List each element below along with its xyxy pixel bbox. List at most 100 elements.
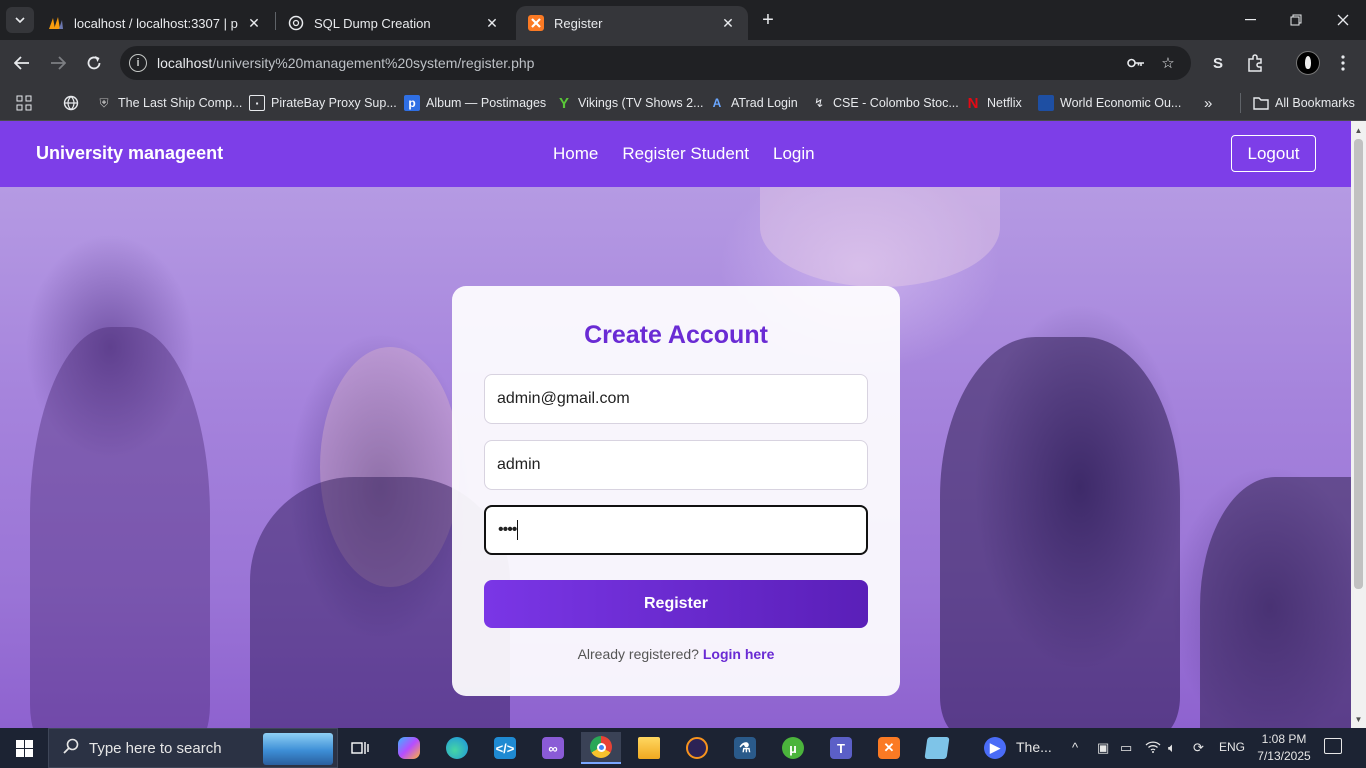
visual-studio-icon[interactable]: ∞ xyxy=(533,732,573,764)
apps-grid-icon[interactable] xyxy=(16,93,32,113)
bookmark-label: World Economic Ou... xyxy=(1060,96,1182,110)
chrome-icon[interactable] xyxy=(581,732,621,764)
teams-icon[interactable]: T xyxy=(821,732,861,764)
cse-icon: ↯ xyxy=(813,96,825,110)
postimages-icon: p xyxy=(404,95,420,111)
tab-phpmyadmin[interactable]: localhost / localhost:3307 | php ✕ xyxy=(36,6,274,40)
bookmark-vikings[interactable]: Y Vikings (TV Shows 2... xyxy=(556,93,704,113)
utorrent-icon[interactable]: µ xyxy=(773,732,813,764)
register-button[interactable]: Register xyxy=(484,580,868,628)
search-placeholder: Type here to search xyxy=(89,739,222,757)
page-scrollbar[interactable]: ▲ ▼ xyxy=(1351,121,1366,729)
globe-icon[interactable] xyxy=(63,93,79,113)
logout-button[interactable]: Logout xyxy=(1231,135,1316,172)
close-tab-icon[interactable]: ✕ xyxy=(246,15,262,31)
password-key-icon[interactable] xyxy=(1126,53,1146,73)
username-field[interactable]: admin xyxy=(484,440,868,490)
student-silhouette xyxy=(30,327,210,729)
bookmark-atrad[interactable]: A ATrad Login xyxy=(709,93,798,113)
monitor-icon: ▪ xyxy=(249,95,265,111)
language-indicator[interactable]: ENG xyxy=(1219,740,1245,754)
nav-home-link[interactable]: Home xyxy=(553,144,598,164)
nav-login-link[interactable]: Login xyxy=(773,144,815,164)
nav-register-student-link[interactable]: Register Student xyxy=(622,144,749,164)
tab-title: localhost / localhost:3307 | php xyxy=(74,15,238,31)
search-icon xyxy=(63,738,79,759)
profile-initial[interactable]: S xyxy=(1206,51,1230,75)
close-tab-icon[interactable]: ✕ xyxy=(484,15,500,31)
bookmark-postimages[interactable]: p Album — Postimages xyxy=(404,93,546,113)
wifi-icon[interactable] xyxy=(1145,740,1161,756)
bookmark-star-icon[interactable]: ☆ xyxy=(1158,53,1178,73)
zoom-video-icon[interactable]: ▶ xyxy=(975,732,1015,764)
folder-icon xyxy=(1253,95,1269,111)
password-masked-value: •••• xyxy=(498,521,517,538)
xampp-icon[interactable]: ✕ xyxy=(869,732,909,764)
system-clock[interactable]: 1:08 PM 7/13/2025 xyxy=(1254,731,1314,765)
browser-toolbar: i localhost/university%20management%20sy… xyxy=(0,40,1366,86)
tab-register[interactable]: Register ✕ xyxy=(516,6,748,40)
tab-sql-dump[interactable]: SQL Dump Creation ✕ xyxy=(276,6,512,40)
reload-icon[interactable] xyxy=(80,49,108,77)
login-here-link[interactable]: Login here xyxy=(703,646,775,662)
bookmark-cse[interactable]: ↯ CSE - Colombo Stoc... xyxy=(811,93,959,113)
close-tab-icon[interactable]: ✕ xyxy=(720,15,736,31)
notification-icon[interactable] xyxy=(1324,738,1342,754)
file-explorer-icon[interactable] xyxy=(629,732,669,764)
site-navbar: University manageent Home Register Stude… xyxy=(0,121,1351,187)
sync-icon[interactable]: ⟳ xyxy=(1193,740,1204,756)
copilot-icon[interactable] xyxy=(389,732,429,764)
minimize-icon[interactable] xyxy=(1227,0,1273,40)
site-info-icon[interactable]: i xyxy=(129,54,147,72)
bookmark-netflix[interactable]: N Netflix xyxy=(965,93,1022,113)
close-window-icon[interactable] xyxy=(1320,0,1366,40)
url-host: localhost xyxy=(157,55,213,71)
new-tab-icon[interactable]: + xyxy=(757,9,779,31)
already-registered-text: Already registered? Login here xyxy=(452,646,900,662)
more-bookmarks-icon[interactable]: » xyxy=(1204,93,1212,113)
site-brand[interactable]: University manageent xyxy=(36,143,223,164)
bookmark-label: The Last Ship Comp... xyxy=(118,96,243,110)
all-bookmarks[interactable]: All Bookmarks xyxy=(1240,93,1355,113)
vscode-icon[interactable]: </> xyxy=(485,732,525,764)
backpack-silhouette xyxy=(940,337,1180,729)
profile-avatar[interactable] xyxy=(1296,51,1320,75)
address-bar[interactable]: i localhost/university%20management%20sy… xyxy=(120,46,1191,80)
student-silhouette xyxy=(1200,477,1351,729)
bookmark-last-ship[interactable]: ⛨ The Last Ship Comp... xyxy=(96,93,242,113)
battery-icon[interactable]: ▭ xyxy=(1120,740,1132,756)
bookmark-piratebay[interactable]: ▪ PirateBay Proxy Sup... xyxy=(249,93,397,113)
scroll-down-icon[interactable]: ▼ xyxy=(1351,712,1366,727)
url-text: localhost/university%20management%20syst… xyxy=(157,55,534,71)
taskbar-app-label[interactable]: The... xyxy=(1016,739,1052,755)
restore-icon[interactable] xyxy=(1273,0,1319,40)
scroll-thumb[interactable] xyxy=(1354,139,1363,589)
mysql-workbench-icon[interactable]: ⚗ xyxy=(725,732,765,764)
volume-muted-icon[interactable]: 🔈︎ xyxy=(1168,740,1176,756)
taskbar-search[interactable]: Type here to search xyxy=(48,728,338,768)
task-view-icon[interactable] xyxy=(340,732,380,764)
netflix-icon: N xyxy=(967,94,979,112)
email-field[interactable]: admin@gmail.com xyxy=(484,374,868,424)
extensions-icon[interactable] xyxy=(1244,52,1266,74)
imf-icon xyxy=(1038,95,1054,111)
xampp-icon xyxy=(528,15,544,31)
windows-start-icon[interactable] xyxy=(0,728,48,768)
bookmark-world-economic[interactable]: World Economic Ou... xyxy=(1038,93,1181,113)
scroll-up-icon[interactable]: ▲ xyxy=(1351,123,1366,138)
tab-search-button[interactable] xyxy=(6,7,34,33)
chevron-up-icon[interactable]: ^ xyxy=(1072,740,1078,755)
text-caret xyxy=(517,520,519,540)
clock-time: 1:08 PM xyxy=(1261,732,1307,746)
menu-kebab-icon[interactable] xyxy=(1332,52,1354,74)
username-value: admin xyxy=(497,456,541,473)
all-bookmarks-label: All Bookmarks xyxy=(1275,96,1355,110)
notepad-icon[interactable] xyxy=(917,732,957,764)
edge-icon[interactable] xyxy=(437,732,477,764)
meet-now-icon[interactable]: ▣ xyxy=(1097,740,1109,756)
bookmark-label: Vikings (TV Shows 2... xyxy=(578,96,704,110)
password-field[interactable]: •••• xyxy=(484,505,868,555)
back-icon[interactable] xyxy=(8,49,36,77)
forward-icon[interactable] xyxy=(44,49,72,77)
eclipse-icon[interactable] xyxy=(677,732,717,764)
